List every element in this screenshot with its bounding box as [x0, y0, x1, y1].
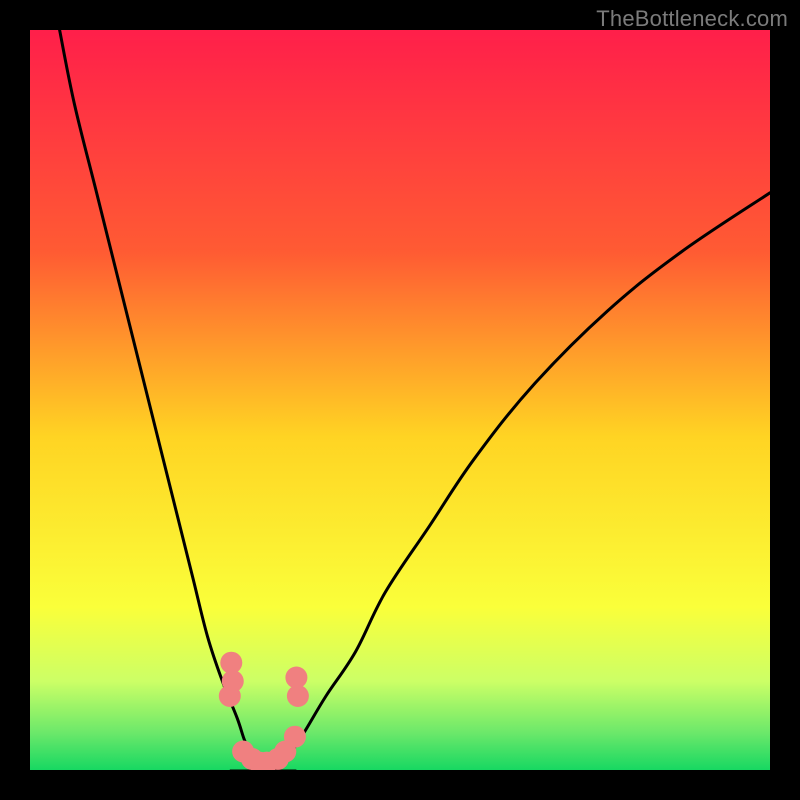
bottleneck-chart — [30, 30, 770, 770]
scatter-dot — [285, 667, 307, 689]
watermark-text: TheBottleneck.com — [596, 6, 788, 32]
scatter-dot — [284, 726, 306, 748]
scatter-dot — [219, 685, 241, 707]
gradient-background — [30, 30, 770, 770]
chart-frame — [30, 30, 770, 770]
